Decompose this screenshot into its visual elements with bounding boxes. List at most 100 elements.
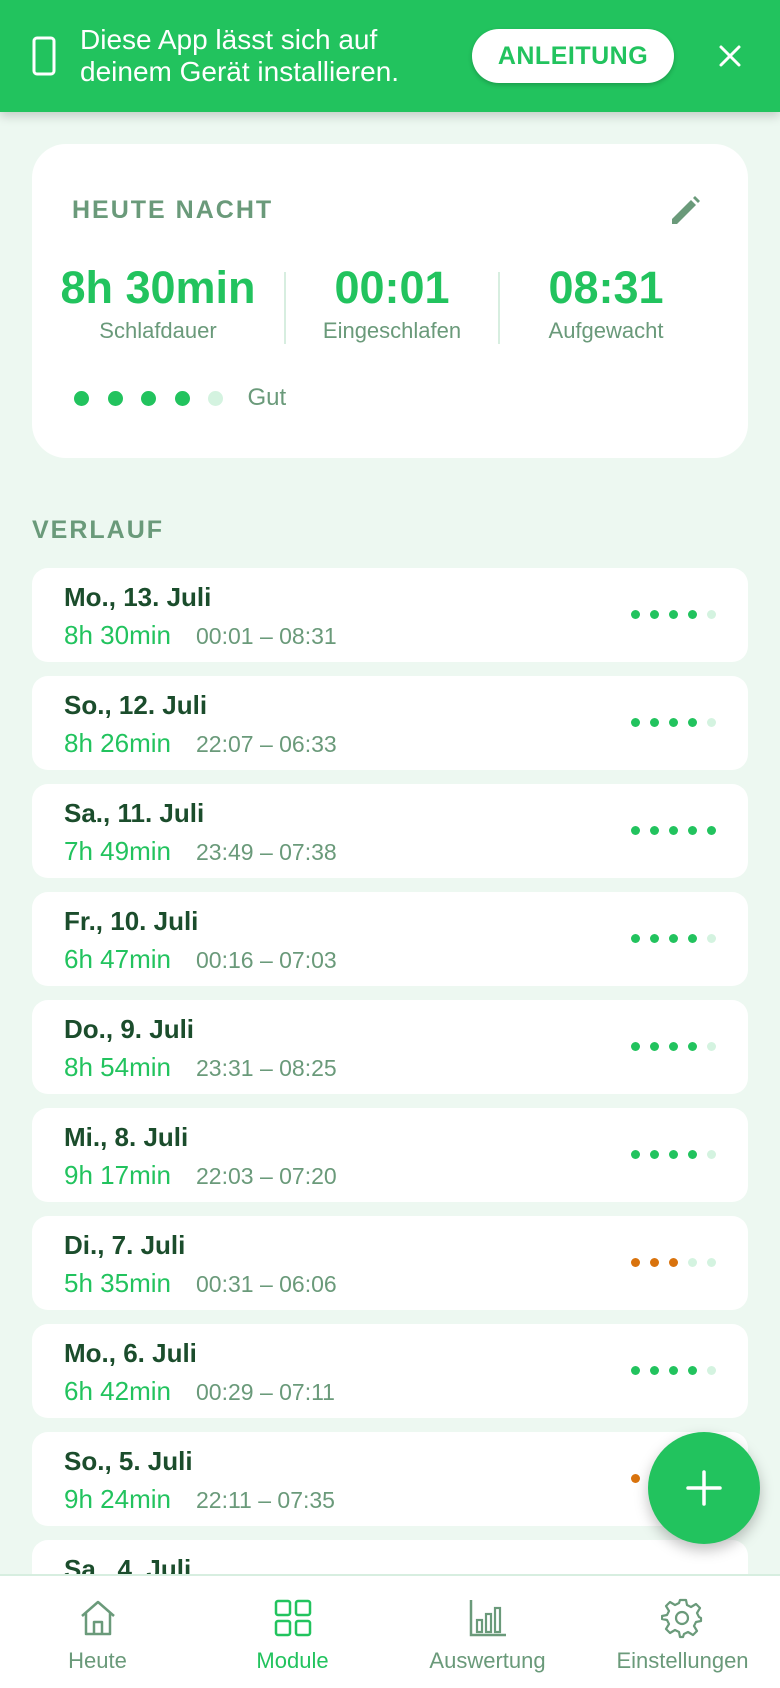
history-rating (621, 1150, 716, 1159)
history-rating (621, 826, 716, 835)
rating-dot (631, 934, 640, 943)
history-duration: 7h 49min (64, 836, 171, 866)
awake-value: 08:31 (548, 262, 664, 313)
rating-dot (631, 1042, 640, 1051)
history-rating (621, 1042, 716, 1051)
rating-dot (631, 1150, 640, 1159)
nav-label: Heute (68, 1648, 127, 1673)
awake-label: Aufgewacht (548, 318, 664, 343)
rating-dot (688, 718, 697, 727)
history-item[interactable]: Di., 7. Juli 5h 35min 00:31 – 06:06 (32, 1216, 748, 1310)
history-date: Mo., 6. Juli (64, 1338, 197, 1368)
install-message: Diese App lässt sich auf deinem Gerät in… (80, 24, 400, 87)
history-item[interactable]: Mo., 6. Juli 6h 42min 00:29 – 07:11 (32, 1324, 748, 1418)
history-item[interactable]: So., 5. Juli 9h 24min 22:11 – 07:35 (32, 1432, 748, 1526)
nav-label: Auswertung (429, 1648, 546, 1673)
install-banner: Diese App lässt sich auf deinem Gerät in… (0, 0, 780, 112)
close-icon[interactable] (710, 36, 750, 76)
rating-dot (141, 390, 156, 406)
rating-dot (688, 934, 697, 943)
rating-dot (631, 1366, 640, 1375)
history-item[interactable]: Mi., 8. Juli 9h 17min 22:03 – 07:20 (32, 1108, 748, 1202)
history-date: Di., 7. Juli (64, 1230, 186, 1260)
history-item[interactable]: Sa., 11. Juli 7h 49min 23:49 – 07:38 (32, 784, 748, 878)
nav-item-heute[interactable]: Heute (0, 1576, 195, 1688)
history-list: Mo., 13. Juli 8h 30min 00:01 – 08:31 So., 1… (32, 568, 748, 1648)
history-rating (621, 934, 716, 943)
rating-dot (631, 610, 640, 619)
history-title: VERLAUF (32, 516, 165, 544)
rating-dot (707, 1042, 716, 1051)
rating-dot (707, 1150, 716, 1159)
rating-dot (631, 1258, 640, 1267)
nav-item-auswertung[interactable]: Auswertung (390, 1576, 585, 1688)
rating-dot (650, 826, 659, 835)
bottom-navigation: Heute Module Auswertung Einstellungen (0, 1574, 780, 1688)
nav-item-module[interactable]: Module (195, 1576, 390, 1688)
history-date: Mi., 8. Juli (64, 1122, 189, 1152)
rating-dot (707, 826, 716, 835)
history-date: Sa., 11. Juli (64, 798, 205, 828)
home-icon (80, 1600, 115, 1636)
rating-dot (650, 934, 659, 943)
guide-button[interactable]: ANLEITUNG (472, 29, 674, 83)
bar-chart-icon (469, 1600, 506, 1637)
rating-dot (669, 610, 678, 619)
add-entry-button[interactable] (648, 1432, 760, 1544)
history-duration: 8h 30min (64, 620, 171, 650)
rating-dot (688, 610, 697, 619)
asleep-stat: 00:01 Eingeschlafen (286, 262, 498, 344)
history-time-range: 23:49 – 07:38 (196, 839, 337, 865)
edit-icon[interactable] (664, 192, 704, 232)
nav-item-einstellungen[interactable]: Einstellungen (585, 1576, 780, 1688)
rating-dot (669, 1150, 678, 1159)
history-item[interactable]: So., 12. Juli 8h 26min 22:07 – 06:33 (32, 676, 748, 770)
rating-dot (707, 610, 716, 619)
history-date: So., 12. Juli (64, 690, 208, 720)
rating-dot (707, 1366, 716, 1375)
rating-dot (707, 934, 716, 943)
app-root: Diese App lässt sich auf deinem Gerät in… (0, 0, 780, 1688)
history-duration: 9h 24min (64, 1484, 171, 1514)
history-rating (621, 610, 716, 619)
rating-dot (650, 1150, 659, 1159)
history-item[interactable]: Fr., 10. Juli 6h 47min 00:16 – 07:03 (32, 892, 748, 986)
history-duration: 9h 17min (64, 1160, 171, 1190)
rating-dot (669, 934, 678, 943)
rating-dot (631, 826, 640, 835)
duration-value: 8h 30min (60, 262, 256, 313)
rating-dot (107, 390, 123, 406)
history-time-range: 23:31 – 08:25 (196, 1055, 337, 1081)
nav-label: Einstellungen (616, 1648, 749, 1673)
history-time-range: 00:16 – 07:03 (196, 947, 337, 973)
rating-dot (208, 390, 223, 406)
history-time-range: 00:31 – 06:06 (196, 1271, 337, 1297)
history-time-range: 00:01 – 08:31 (196, 623, 337, 649)
rating-dot (650, 1366, 659, 1375)
rating-dot (688, 1366, 697, 1375)
tonight-title: HEUTE NACHT (72, 196, 274, 224)
history-date: Do., 9. Juli (64, 1014, 195, 1044)
rating-dot (669, 1366, 678, 1375)
duration-stat: 8h 30min Schlafdauer (32, 262, 284, 344)
rating-dot (688, 1258, 697, 1267)
nav-label: Module (256, 1648, 329, 1673)
asleep-value: 00:01 (334, 262, 450, 313)
rating-dot (669, 826, 678, 835)
history-item[interactable]: Mo., 13. Juli 8h 30min 00:01 – 08:31 (32, 568, 748, 662)
grid-icon (274, 1599, 311, 1637)
gear-icon (660, 1598, 702, 1639)
rating-dot (688, 1042, 697, 1051)
rating-dot (669, 1258, 678, 1267)
history-time-range: 22:11 – 07:35 (196, 1487, 335, 1513)
rating-dot (631, 1474, 640, 1483)
history-duration: 6h 47min (64, 944, 171, 974)
tonight-stats: 8h 30min Schlafdauer 00:01 Eingeschlafen… (32, 262, 748, 344)
rating-dot (74, 390, 89, 406)
history-time-range: 22:07 – 06:33 (196, 731, 337, 757)
history-date: Mo., 13. Juli (64, 582, 212, 612)
history-duration: 5h 35min (64, 1268, 171, 1298)
duration-label: Schlafdauer (99, 318, 217, 343)
history-item[interactable]: Do., 9. Juli 8h 54min 23:31 – 08:25 (32, 1000, 748, 1094)
history-rating (621, 1366, 716, 1375)
